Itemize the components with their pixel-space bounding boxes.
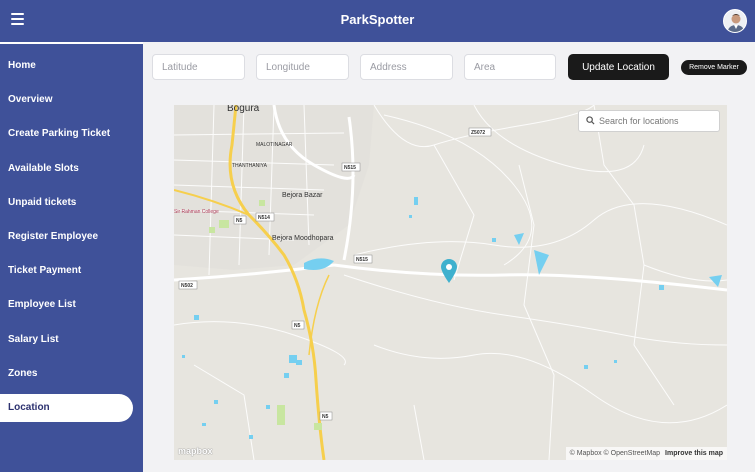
sidebar-item-overview[interactable]: Overview — [0, 86, 133, 114]
map-canvas[interactable]: N515 N5 N514 N502 N5 N5 Z5072 N515 Bogur… — [174, 105, 727, 460]
sidebar-item-ticket-payment[interactable]: Ticket Payment — [0, 257, 133, 285]
place-label-bejora-moodhopara: Bejora Moodhopara — [272, 235, 334, 242]
road-label: N5 — [322, 414, 329, 420]
longitude-input[interactable] — [256, 54, 349, 80]
sidebar-item-location[interactable]: Location — [0, 394, 133, 422]
area-input[interactable] — [464, 54, 556, 80]
sidebar: Home Overview Create Parking Ticket Avai… — [0, 42, 143, 472]
road-label: N5 — [294, 323, 301, 329]
sidebar-item-unpaid-tickets[interactable]: Unpaid tickets — [0, 189, 133, 217]
place-label-malotinagar: MALOTINAGAR — [256, 142, 293, 148]
avatar-image — [727, 14, 745, 32]
road-label: N515 — [344, 165, 356, 171]
map-search-input[interactable] — [599, 113, 717, 129]
update-location-button[interactable]: Update Location — [568, 54, 669, 80]
user-avatar[interactable] — [723, 9, 747, 33]
latitude-input[interactable] — [152, 54, 245, 80]
road-label: N514 — [258, 215, 270, 221]
map-attribution: © Mapbox © OpenStreetMap Improve this ma… — [565, 447, 727, 460]
app-title: ParkSpotter — [340, 12, 415, 27]
sidebar-item-employee-list[interactable]: Employee List — [0, 291, 133, 319]
place-label-city: Bogura — [227, 105, 260, 114]
place-label-thanthania: THANTHANIYA — [232, 163, 268, 169]
sidebar-item-zones[interactable]: Zones — [0, 360, 133, 388]
remove-marker-button[interactable]: Remove Marker — [681, 60, 747, 75]
search-icon — [586, 116, 595, 125]
road-label: N502 — [181, 283, 193, 289]
sidebar-item-salary-list[interactable]: Salary List — [0, 326, 133, 354]
road-label: N515 — [356, 257, 368, 263]
place-label-bejora-bazar: Bejora Bazar — [282, 192, 323, 199]
top-bar: ParkSpotter — [0, 0, 755, 42]
address-input[interactable] — [360, 54, 453, 80]
map-search-box[interactable] — [578, 110, 720, 132]
sidebar-item-home[interactable]: Home — [0, 52, 133, 80]
sidebar-item-register-employee[interactable]: Register Employee — [0, 223, 133, 251]
road-label: N5 — [236, 218, 243, 224]
sidebar-item-available-slots[interactable]: Available Slots — [0, 155, 133, 183]
road-label: Z5072 — [471, 130, 485, 136]
place-label-college: Sir Rahman College — [174, 209, 219, 215]
attribution-text[interactable]: © Mapbox © OpenStreetMap — [570, 450, 660, 457]
improve-map-link[interactable]: Improve this map — [665, 450, 723, 457]
sidebar-item-create-parking-ticket[interactable]: Create Parking Ticket — [0, 120, 133, 148]
mapbox-logo: mapbox — [178, 446, 213, 456]
map-marker-icon[interactable] — [441, 259, 457, 283]
